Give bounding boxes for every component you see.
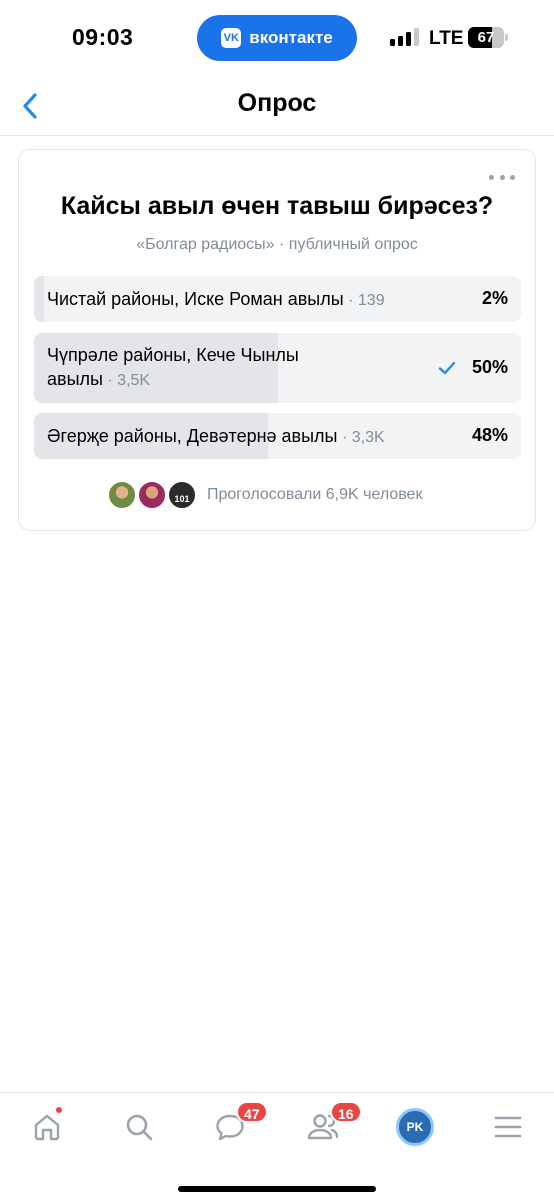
more-options-button[interactable] (489, 170, 515, 184)
poll-question: Кайсы авыл өчен тавыш бирәсез? (60, 192, 494, 220)
voter-avatar (107, 480, 137, 510)
tab-home[interactable] (25, 1105, 69, 1149)
tab-messages[interactable]: 47 (208, 1101, 268, 1149)
more-dots-icon (489, 174, 494, 180)
avatar: PK (396, 1108, 434, 1146)
friends-badge: 16 (330, 1101, 362, 1123)
poll-option-label: Чүпрәле районы, Кече Чынлы авылы · 3,5K (47, 345, 299, 389)
poll-option-count: · 3,5K (102, 372, 151, 389)
poll-option-count: · 139 (343, 292, 385, 309)
vk-app-pill[interactable]: VK вконтакте (197, 15, 357, 61)
bottom-tab-bar: 47 16 PK (0, 1092, 554, 1200)
checkmark-icon (438, 361, 456, 375)
poll-option-result-bar (34, 276, 44, 322)
status-bar: 09:03 VK вконтакте LTE 67 (0, 0, 554, 76)
poll-option-label: Чистай районы, Иске Роман авылы · 139 (47, 289, 385, 309)
poll-option-percent: 48% (471, 425, 508, 445)
poll-option-count: · 3,3K (337, 429, 385, 446)
battery-percent: 67 (477, 29, 495, 46)
poll-card: Кайсы авыл өчен тавыш бирәсез? «Болгар р… (18, 149, 536, 531)
home-icon (34, 1114, 60, 1141)
poll-option-percent: 50% (471, 357, 508, 377)
vk-logo-icon: VK (221, 28, 242, 48)
hamburger-menu-icon (494, 1116, 522, 1138)
poll-option-3[interactable]: Әгерҗе районы, Девәтернә авылы · 3,3K 48… (34, 413, 521, 459)
tab-friends[interactable]: 16 (300, 1101, 362, 1149)
poll-voters[interactable]: 101 Проголосовали 6,9K человек (19, 480, 535, 512)
tab-menu[interactable] (486, 1105, 530, 1149)
notification-dot (55, 1106, 63, 1114)
page-title: Опрос (237, 89, 317, 117)
home-indicator (178, 1186, 376, 1192)
voter-avatar: 101 (167, 480, 197, 510)
tab-search[interactable] (117, 1105, 161, 1149)
tab-profile[interactable]: PK (393, 1105, 437, 1149)
voters-count-text: Проголосовали 6,9K человек (207, 486, 423, 503)
search-icon (126, 1114, 153, 1141)
network-type: LTE (429, 28, 464, 49)
vk-app-pill-label: вконтакте (249, 28, 333, 47)
poll-option-percent: 2% (481, 288, 508, 308)
poll-option-1[interactable]: Чистай районы, Иске Роман авылы · 139 2% (34, 276, 521, 322)
poll-option-label: Әгерҗе районы, Девәтернә авылы · 3,3K (47, 426, 385, 446)
messages-badge: 47 (236, 1101, 268, 1123)
status-time: 09:03 (72, 24, 134, 50)
battery-icon: 67 (468, 27, 508, 48)
poll-option-2[interactable]: Чүпрәле районы, Кече Чынлы авылы · 3,5K 5… (34, 333, 521, 403)
cellular-signal-icon (390, 28, 420, 46)
poll-subtitle: «Болгар радиосы» · публичный опрос (136, 236, 418, 253)
navigation-header: Опрос (0, 76, 554, 136)
voter-avatar (137, 480, 167, 510)
